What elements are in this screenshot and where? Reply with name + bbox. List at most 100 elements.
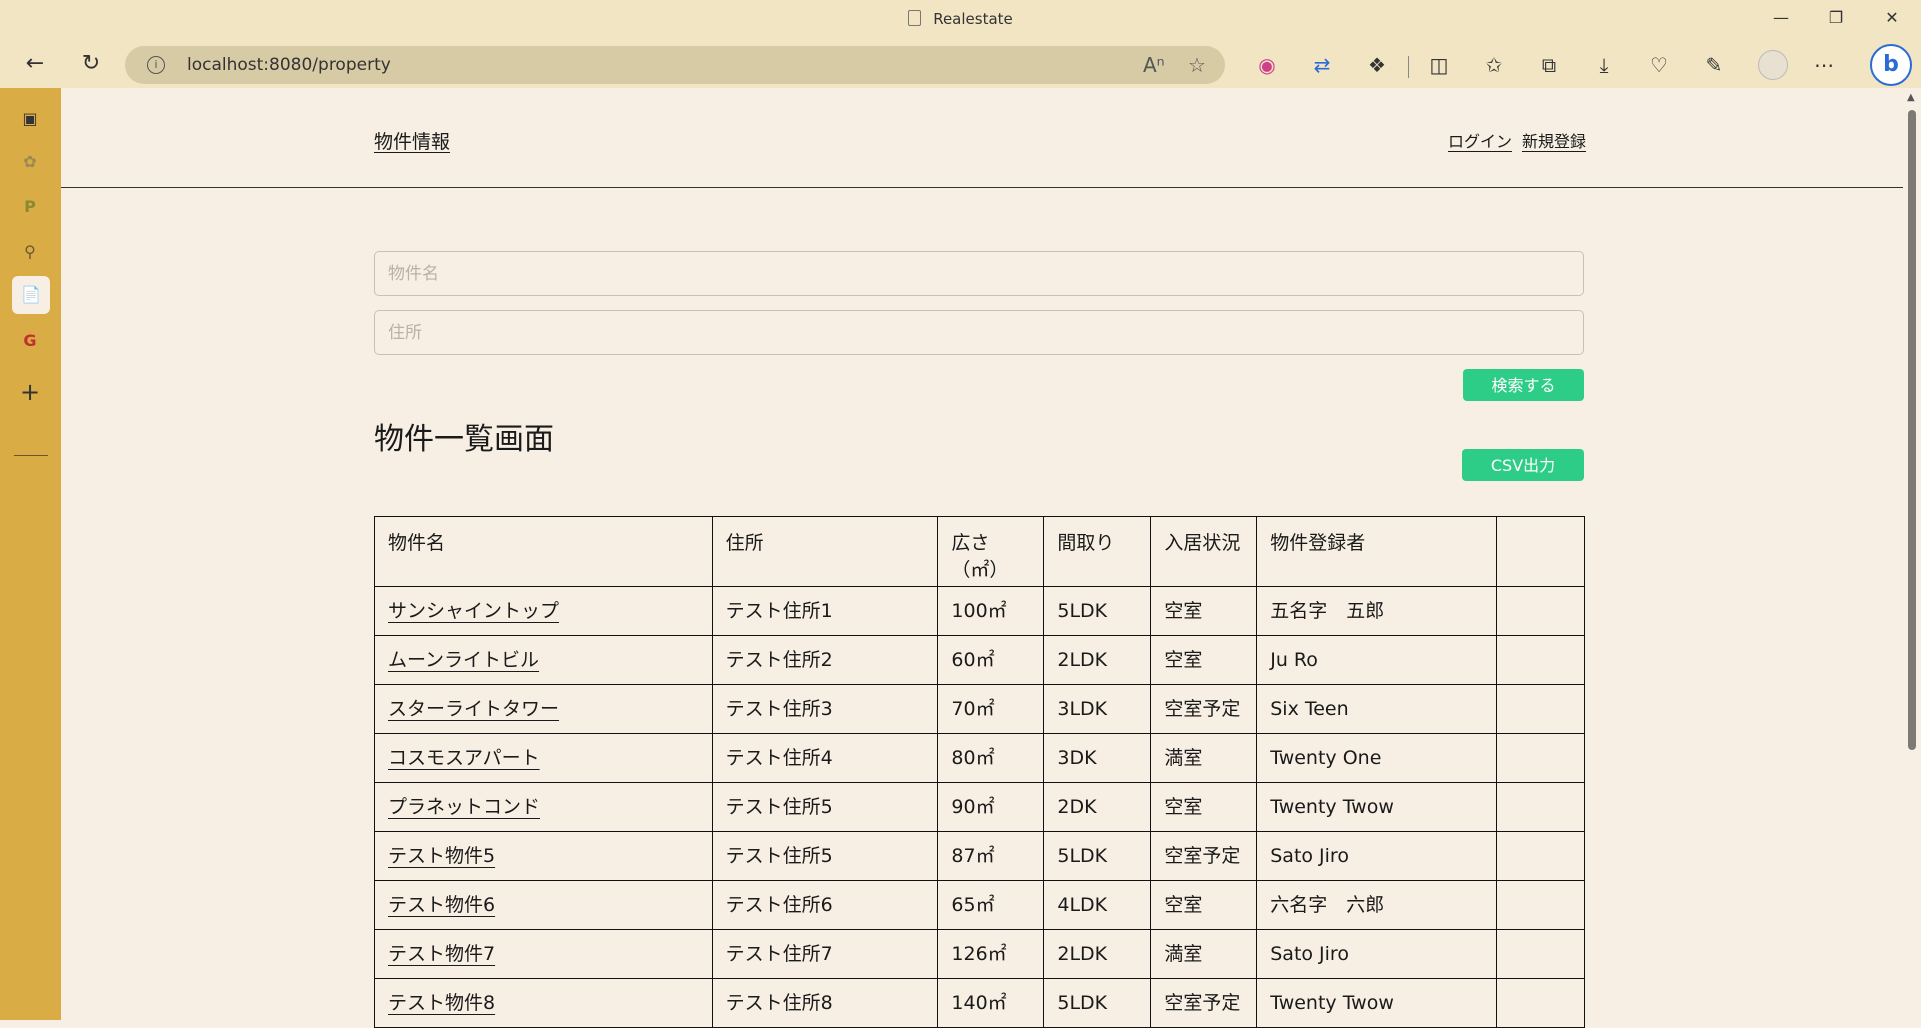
csv-export-button[interactable]: CSV出力 — [1462, 449, 1584, 481]
layout-cell: 5LDK — [1043, 831, 1152, 881]
favorite-star-icon[interactable]: ☆ — [1188, 53, 1206, 77]
search-button[interactable]: 検索する — [1463, 369, 1584, 401]
minimize-icon[interactable]: — — [1766, 8, 1796, 32]
color-extension-icon[interactable]: ◉ — [1253, 52, 1281, 78]
tab-actions-icon[interactable]: ▣ — [15, 104, 45, 134]
tab-title: Realestate — [933, 10, 1013, 28]
property-link[interactable]: ムーンライトビル — [388, 649, 539, 671]
property-table: 物件名 住所 広さ（㎡） 間取り 入居状況 物件登録者 サンシャイントップ テス… — [374, 516, 1585, 1028]
chatgpt-icon[interactable]: ✿ — [15, 147, 45, 177]
table-row: ムーンライトビル テスト住所2 60㎡ 2LDK 空室 Ju Ro — [374, 635, 1585, 685]
property-link[interactable]: コスモスアパート — [388, 747, 540, 769]
read-aloud-icon[interactable]: Aⁿ — [1143, 53, 1165, 77]
property-link[interactable]: プラネットコンド — [388, 796, 540, 818]
property-link[interactable]: テスト物件5 — [388, 845, 495, 867]
layout-cell: 5LDK — [1043, 978, 1152, 1028]
search-icon[interactable]: ⚲ — [15, 237, 45, 267]
status-cell: 空室予定 — [1150, 831, 1258, 881]
table-row: テスト物件5 テスト住所5 87㎡ 5LDK 空室予定 Sato Jiro — [374, 831, 1585, 881]
col-header-area: 広さ（㎡） — [937, 516, 1045, 587]
actions-cell — [1496, 831, 1585, 881]
property-link[interactable]: スターライトタワー — [388, 698, 559, 720]
name-cell: プラネットコンド — [374, 782, 713, 832]
status-cell: 空室 — [1150, 635, 1258, 685]
google-icon[interactable]: G — [15, 326, 45, 356]
name-cell: ムーンライトビル — [374, 635, 713, 685]
property-name-input[interactable] — [374, 251, 1584, 296]
downloads-icon[interactable]: ⤓ — [1590, 52, 1618, 78]
layout-cell: 3DK — [1043, 733, 1152, 783]
table-row: サンシャイントップ テスト住所1 100㎡ 5LDK 空室 五名字 五郎 — [374, 586, 1585, 636]
name-cell: テスト物件7 — [374, 929, 713, 979]
info-icon[interactable]: i — [147, 56, 165, 74]
area-cell: 87㎡ — [937, 831, 1045, 881]
collections-icon[interactable]: ⧉ — [1535, 52, 1563, 78]
restore-icon[interactable]: ❐ — [1821, 8, 1851, 32]
favorites-icon[interactable]: ✩ — [1480, 52, 1508, 78]
status-cell: 満室 — [1150, 733, 1258, 783]
brand-link[interactable]: 物件情報 — [374, 127, 450, 154]
address-cell: テスト住所8 — [711, 978, 939, 1028]
name-cell: コスモスアパート — [374, 733, 713, 783]
property-link[interactable]: テスト物件6 — [388, 894, 495, 916]
registrant-cell: 六名字 六郎 — [1256, 880, 1498, 930]
close-icon[interactable]: ✕ — [1877, 8, 1907, 32]
layout-cell: 5LDK — [1043, 586, 1152, 636]
scroll-thumb[interactable] — [1908, 110, 1916, 750]
register-link[interactable]: 新規登録 — [1522, 132, 1586, 151]
actions-cell — [1496, 929, 1585, 979]
status-cell: 空室 — [1150, 880, 1258, 930]
name-cell: テスト物件8 — [374, 978, 713, 1028]
area-cell: 60㎡ — [937, 635, 1045, 685]
address-cell: テスト住所5 — [711, 831, 939, 881]
url-text[interactable]: localhost:8080/property — [187, 55, 391, 75]
page-scrollbar[interactable]: ▲ — [1903, 88, 1921, 1020]
window-title: Realestate — [0, 10, 1921, 28]
status-cell: 空室予定 — [1150, 684, 1258, 734]
actions-cell — [1496, 733, 1585, 783]
name-cell: テスト物件5 — [374, 831, 713, 881]
page-content: 物件情報 ログイン新規登録 検索する 物件一覧画面 CSV出力 物件名 住所 広… — [61, 88, 1903, 1028]
name-cell: テスト物件6 — [374, 880, 713, 930]
back-arrow-icon[interactable]: ← — [20, 50, 50, 78]
address-cell: テスト住所7 — [711, 929, 939, 979]
area-cell: 140㎡ — [937, 978, 1045, 1028]
registrant-cell: Sato Jiro — [1256, 929, 1498, 979]
address-cell: テスト住所6 — [711, 880, 939, 930]
browser-toolbar: ← ↻ i localhost:8080/property Aⁿ ☆ ◉ ⇄ ❖… — [0, 40, 1921, 88]
extensions-icon[interactable]: ❖ — [1363, 52, 1391, 78]
toolbar-divider — [1408, 56, 1409, 78]
add-icon[interactable]: + — [15, 377, 45, 407]
status-cell: 満室 — [1150, 929, 1258, 979]
profile-icon[interactable] — [1758, 50, 1788, 80]
scroll-up-icon[interactable]: ▲ — [1907, 92, 1915, 103]
area-cell: 65㎡ — [937, 880, 1045, 930]
document-icon[interactable]: 📄 — [12, 276, 50, 314]
layout-cell: 4LDK — [1043, 880, 1152, 930]
performance-icon[interactable]: ♡ — [1645, 52, 1673, 78]
area-cell: 80㎡ — [937, 733, 1045, 783]
header-nav: ログイン 新規登録 — [1438, 128, 1586, 152]
status-cell: 空室予定 — [1150, 978, 1258, 1028]
address-input[interactable] — [374, 310, 1584, 355]
property-link[interactable]: テスト物件8 — [388, 992, 495, 1014]
table-row: テスト物件7 テスト住所7 126㎡ 2LDK 満室 Sato Jiro — [374, 929, 1585, 979]
more-icon[interactable]: ⋯ — [1810, 52, 1838, 78]
page-title: 物件一覧画面 — [374, 422, 554, 457]
address-bar[interactable]: i localhost:8080/property Aⁿ ☆ — [125, 46, 1225, 84]
extension-p-icon[interactable]: P — [15, 192, 45, 222]
property-link[interactable]: テスト物件7 — [388, 943, 495, 965]
name-cell: サンシャイントップ — [374, 586, 713, 636]
browser-essentials-icon[interactable]: ✎ — [1700, 52, 1728, 78]
address-cell: テスト住所1 — [711, 586, 939, 636]
translate-icon[interactable]: ⇄ — [1308, 52, 1336, 78]
property-link[interactable]: サンシャイントップ — [388, 600, 559, 622]
login-link[interactable]: ログイン — [1448, 132, 1512, 151]
registrant-cell: Twenty One — [1256, 733, 1498, 783]
split-screen-icon[interactable]: ◫ — [1425, 52, 1453, 78]
bing-copilot-icon[interactable]: b — [1870, 44, 1912, 86]
address-cell: テスト住所2 — [711, 635, 939, 685]
area-cell: 70㎡ — [937, 684, 1045, 734]
status-cell: 空室 — [1150, 782, 1258, 832]
refresh-icon[interactable]: ↻ — [76, 50, 106, 78]
